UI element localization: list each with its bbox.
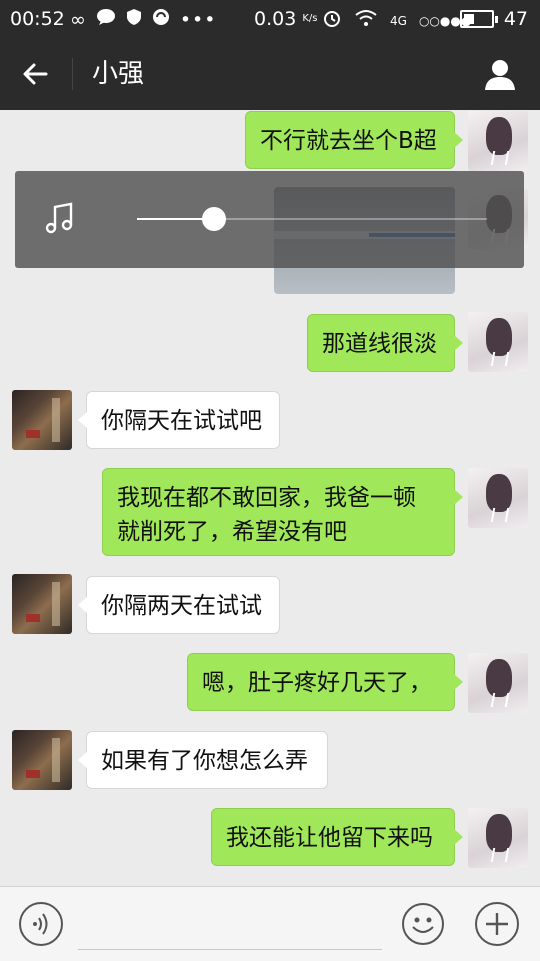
more-dots-icon: ••• [179,8,217,31]
infinity-icon: ∞ [70,8,86,31]
avatar[interactable] [468,808,528,868]
network-speed: 0.03 K/s [254,8,318,30]
message-line: 就削死了，希望没有吧 [117,519,347,545]
emoji-icon[interactable] [400,901,446,947]
plus-icon[interactable] [474,901,520,947]
battery-icon [459,10,494,28]
music-player [15,171,524,268]
avatar[interactable] [468,312,528,372]
message-bubble-incoming[interactable]: 如果有了你想怎么弄 [78,731,328,789]
status-bar: 00:52 ∞ ••• 0.03 K/s 4G ○○●●● 47 [0,0,540,38]
message-input[interactable] [78,903,382,950]
status-right-icons: 4G ○○●●● [322,8,471,33]
avatar[interactable] [12,730,72,790]
sync-icon [152,8,170,31]
message-bubble-outgoing[interactable]: 我现在都不敢回家，我爸一顿 就削死了，希望没有吧 [102,468,463,556]
avatar[interactable] [468,111,528,171]
notification-icons: ∞ ••• [70,8,216,31]
speed-value: 0.03 [254,8,297,30]
network-type: 4G [390,13,407,28]
avatar[interactable] [12,390,72,450]
message-bubble-outgoing[interactable]: 不行就去坐个B超 [245,111,463,169]
battery-level: 47 [503,8,528,30]
battery-indicator: 47 [459,8,528,30]
message-bubble-outgoing[interactable]: 我还能让他留下来吗 [211,808,463,866]
wifi-icon [354,9,378,32]
music-note-icon[interactable] [43,201,79,237]
speed-unit: K/s [302,13,318,24]
progress-knob[interactable] [202,207,226,231]
avatar[interactable] [468,468,528,528]
chat-title: 小强 [92,59,145,89]
progress-track[interactable] [137,207,487,231]
voice-icon[interactable] [18,901,64,947]
message-bubble-outgoing[interactable]: 嗯，肚子疼好几天了， [187,653,463,711]
avatar[interactable] [12,574,72,634]
person-icon[interactable] [482,56,518,92]
message-bubble-outgoing[interactable]: 那道线很淡 [307,314,463,372]
message-bubble-incoming[interactable]: 你隔天在试试吧 [78,391,280,449]
title-divider [72,58,73,90]
shield-icon [126,8,142,31]
status-time: 00:52 [10,8,65,30]
input-bar [0,886,540,961]
alarm-icon [322,8,342,33]
back-arrow-icon[interactable] [18,56,54,92]
message-bubble-incoming[interactable]: 你隔两天在试试 [78,576,280,634]
chat-bubble-icon [96,8,116,31]
chat-header: 小强 [0,38,540,110]
avatar[interactable] [468,653,528,713]
message-line: 我现在都不敢回家，我爸一顿 [117,485,416,511]
